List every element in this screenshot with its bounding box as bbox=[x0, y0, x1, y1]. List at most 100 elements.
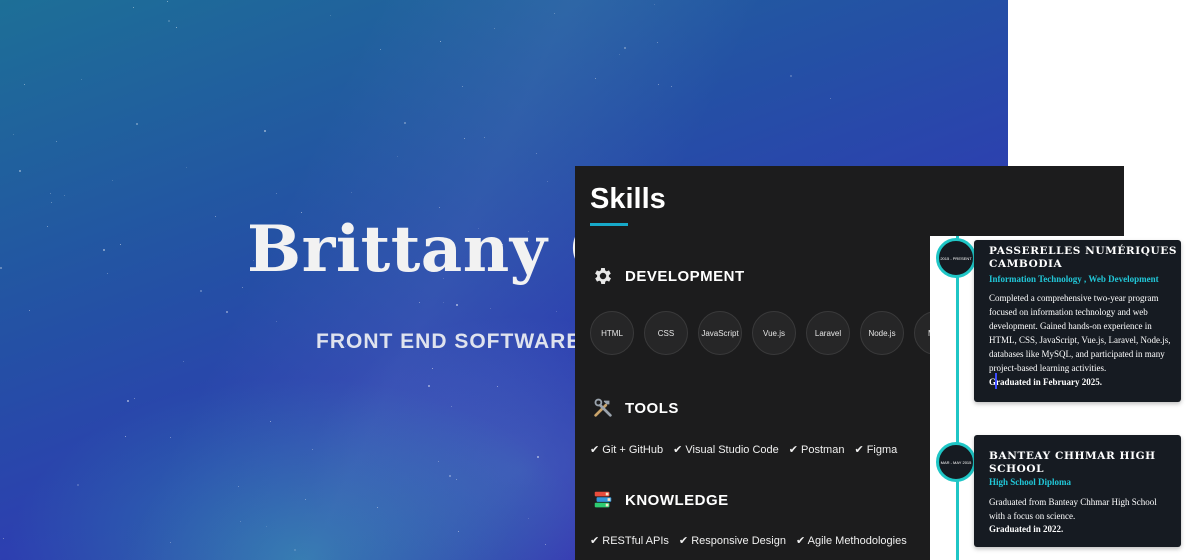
star bbox=[380, 49, 381, 50]
star bbox=[238, 486, 239, 487]
timeline-date-badge: MAR - MAY 2015 bbox=[936, 442, 976, 482]
star bbox=[215, 216, 216, 217]
text-cursor bbox=[995, 373, 997, 389]
skill-badge: CSS bbox=[644, 311, 688, 355]
star bbox=[127, 400, 129, 402]
star bbox=[462, 86, 463, 87]
star bbox=[432, 368, 433, 369]
star bbox=[200, 290, 202, 292]
star bbox=[107, 273, 108, 274]
school-name: BANTEAY CHHMAR HIGH SCHOOL bbox=[989, 450, 1156, 475]
tool-item: ✔ Postman bbox=[788, 444, 845, 456]
knowledge-label: KNOWLEDGE bbox=[625, 491, 729, 509]
star bbox=[3, 538, 4, 539]
star bbox=[419, 302, 420, 303]
star bbox=[456, 304, 458, 306]
star bbox=[654, 4, 655, 5]
star bbox=[170, 542, 171, 543]
title-underline bbox=[590, 223, 628, 226]
star bbox=[24, 84, 25, 85]
knowledge-item: ✔ Agile Methodologies bbox=[795, 535, 907, 547]
star bbox=[276, 321, 277, 322]
star bbox=[657, 42, 658, 43]
program-name: Information Technology , Web Development bbox=[989, 274, 1159, 284]
star bbox=[545, 544, 546, 545]
star bbox=[537, 456, 539, 458]
star bbox=[330, 15, 331, 16]
star bbox=[556, 311, 557, 312]
development-heading: DEVELOPMENT bbox=[591, 264, 745, 288]
star bbox=[112, 180, 113, 181]
hero-role: FRONT END SOFTWARE bbox=[316, 330, 582, 353]
star bbox=[51, 202, 52, 203]
star bbox=[176, 27, 177, 28]
program-name: High School Diploma bbox=[989, 477, 1072, 487]
star bbox=[56, 141, 57, 142]
star bbox=[428, 385, 430, 387]
star bbox=[449, 475, 451, 477]
star bbox=[270, 421, 271, 422]
star bbox=[439, 207, 440, 208]
hero-name: Brittany C bbox=[247, 212, 622, 287]
star bbox=[440, 41, 441, 42]
star bbox=[671, 86, 672, 87]
star bbox=[443, 302, 444, 303]
tools-heading: TOOLS bbox=[591, 396, 679, 420]
star bbox=[276, 193, 277, 194]
star bbox=[619, 54, 620, 55]
star bbox=[830, 98, 831, 99]
star bbox=[168, 20, 170, 22]
star bbox=[536, 153, 537, 154]
knowledge-list: ✔ RESTful APIs ✔ Responsive Design ✔ Agi… bbox=[590, 534, 917, 547]
star bbox=[464, 138, 465, 139]
star bbox=[136, 123, 138, 125]
star bbox=[240, 521, 241, 522]
star bbox=[264, 130, 266, 132]
hammer-wrench-icon bbox=[591, 396, 615, 420]
knowledge-item: ✔ Responsive Design bbox=[678, 535, 786, 547]
tool-item: ✔ Git + GitHub bbox=[590, 444, 664, 456]
star bbox=[77, 484, 79, 486]
graduation-date: Graduated in February 2025. bbox=[989, 377, 1103, 387]
star bbox=[125, 436, 126, 437]
skills-title: Skills bbox=[590, 183, 666, 215]
development-skill-list: HTML CSS JavaScript Vue.js Laravel Node.… bbox=[590, 311, 958, 355]
star bbox=[456, 479, 457, 480]
star bbox=[120, 244, 121, 245]
star bbox=[458, 531, 459, 532]
timeline-card: PASSERELLES NUMÉRIQUES CAMBODIA Informat… bbox=[974, 240, 1181, 402]
skill-badge: JavaScript bbox=[698, 311, 742, 355]
knowledge-heading: KNOWLEDGE bbox=[591, 488, 729, 512]
star bbox=[494, 28, 495, 29]
timeline-card: BANTEAY CHHMAR HIGH SCHOOL High School D… bbox=[974, 435, 1181, 547]
skill-badge: Vue.js bbox=[752, 311, 796, 355]
star bbox=[351, 192, 352, 193]
star bbox=[29, 310, 30, 311]
knowledge-item: ✔ RESTful APIs bbox=[590, 535, 669, 547]
star bbox=[183, 361, 184, 362]
tool-item: ✔ Figma bbox=[854, 444, 898, 456]
star bbox=[404, 122, 406, 124]
program-description: Graduated from Banteay Chhmar High Schoo… bbox=[989, 497, 1157, 521]
star bbox=[64, 195, 65, 196]
star bbox=[242, 287, 243, 288]
timeline-line bbox=[956, 236, 959, 560]
star bbox=[484, 137, 485, 138]
star bbox=[50, 193, 51, 194]
star bbox=[13, 134, 14, 135]
skill-badge: Node.js bbox=[860, 311, 904, 355]
education-timeline: 2015 - PRESENT PASSERELLES NUMÉRIQUES CA… bbox=[930, 236, 1195, 560]
tools-list: ✔ Git + GitHub ✔ Visual Studio Code ✔ Po… bbox=[590, 443, 907, 456]
skill-badge: Laravel bbox=[806, 311, 850, 355]
star bbox=[490, 308, 491, 309]
program-description: Completed a comprehensive two-year progr… bbox=[989, 293, 1171, 373]
star bbox=[528, 518, 529, 519]
star bbox=[790, 75, 792, 77]
star bbox=[438, 461, 439, 462]
star bbox=[554, 13, 555, 14]
books-icon bbox=[591, 488, 615, 512]
star bbox=[19, 170, 21, 172]
skill-badge: HTML bbox=[590, 311, 634, 355]
star bbox=[595, 78, 596, 79]
star bbox=[377, 507, 378, 508]
